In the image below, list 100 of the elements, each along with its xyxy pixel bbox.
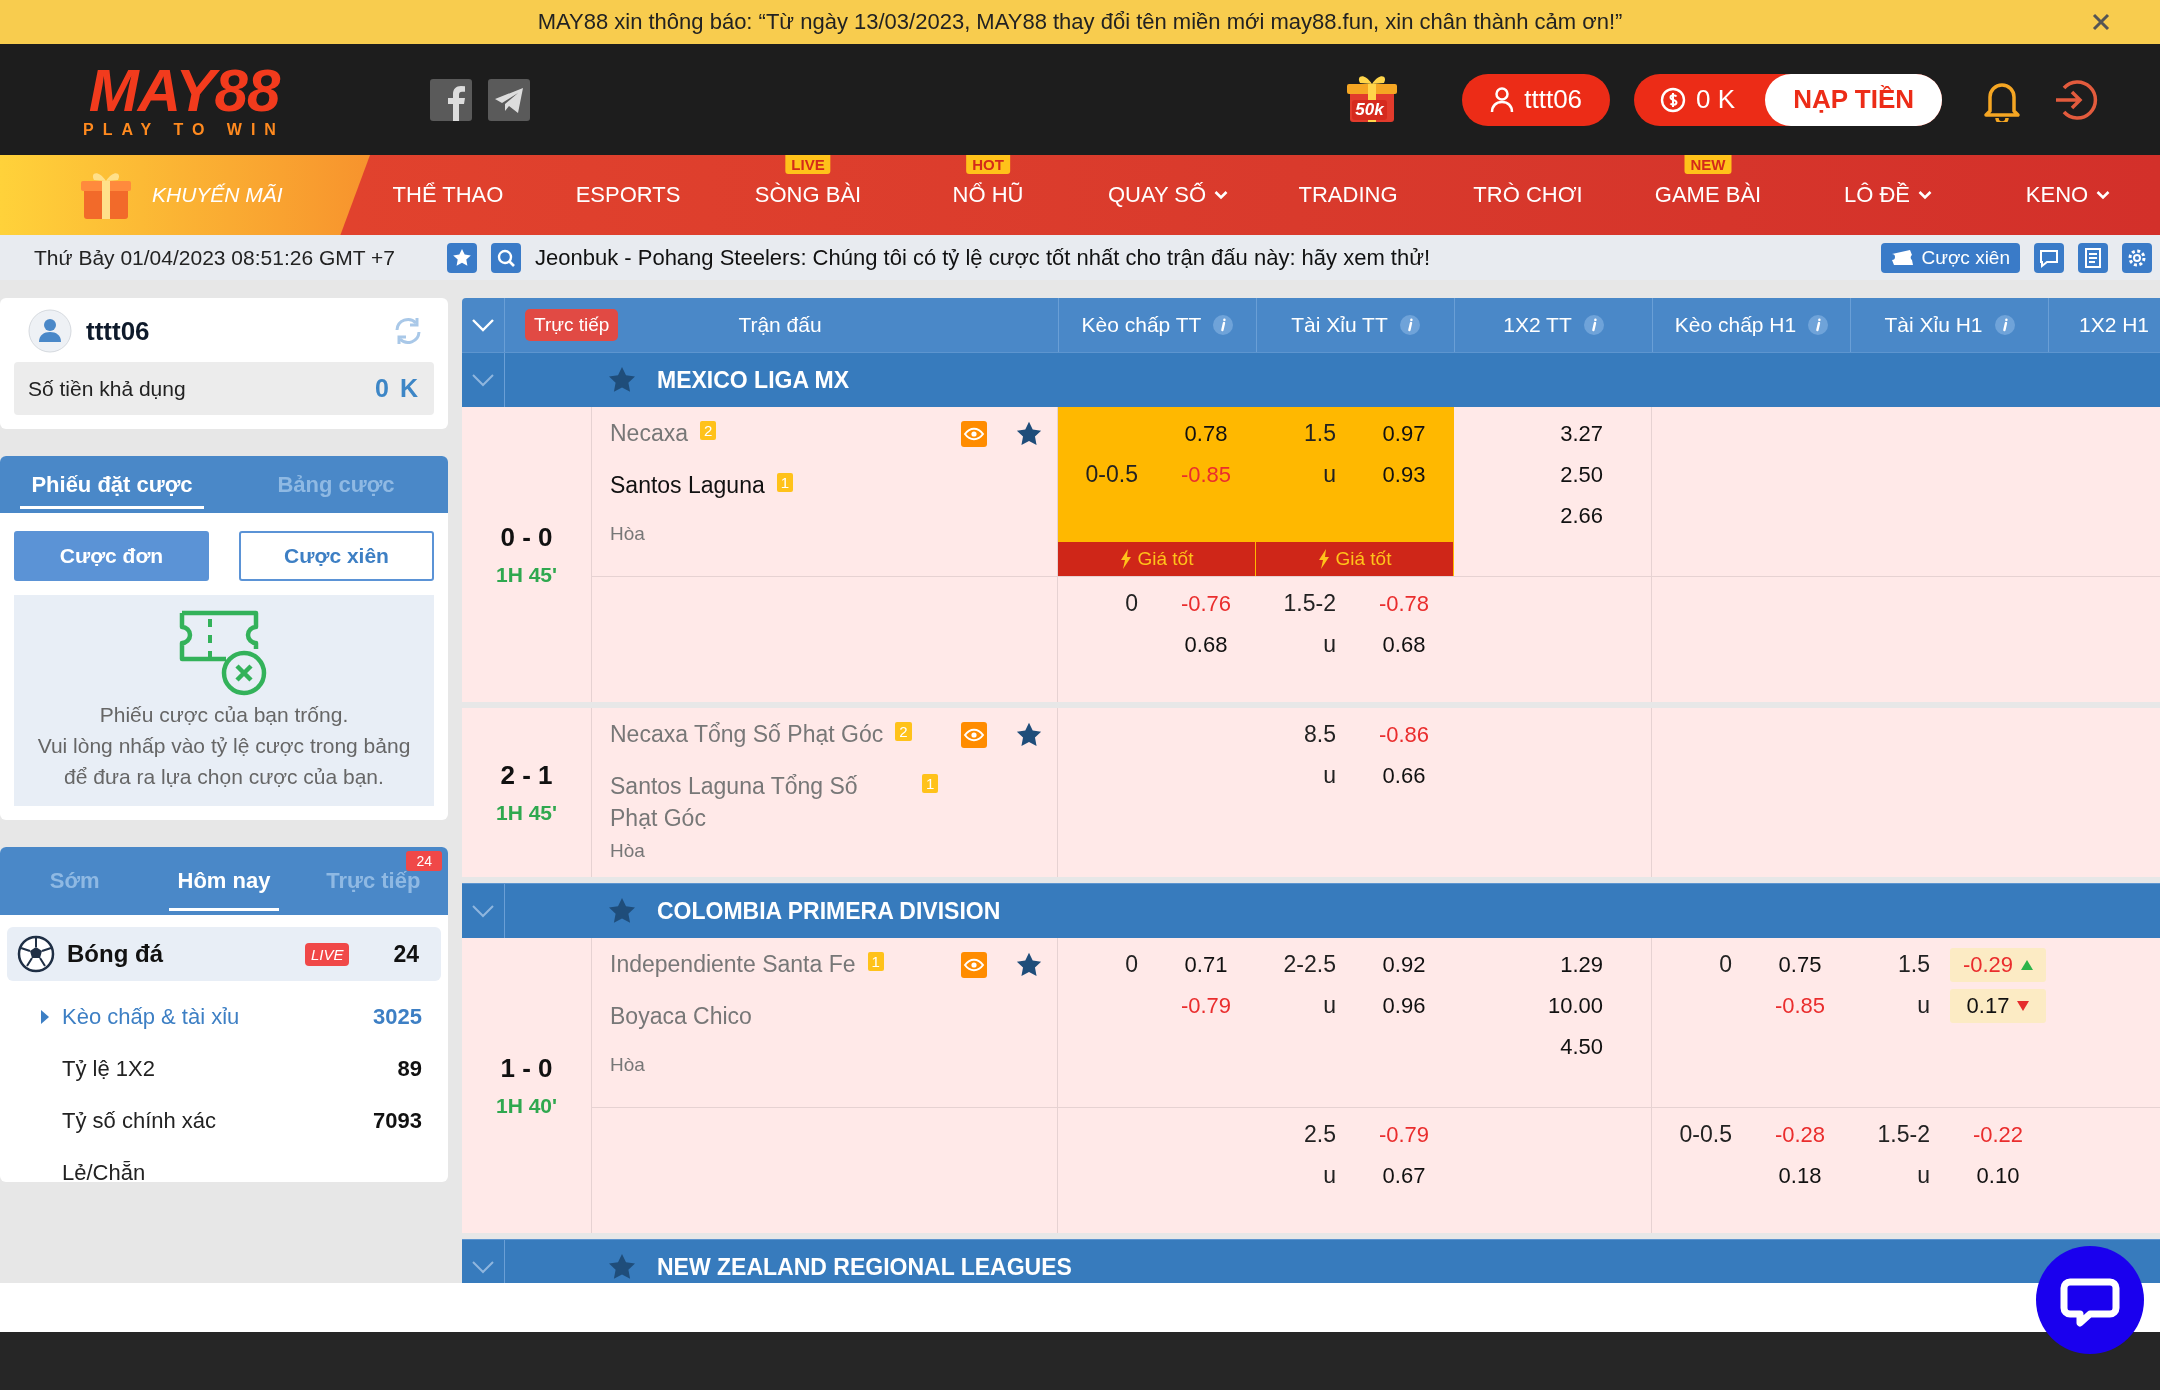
live-filter-badge[interactable]: Trực tiếp	[525, 309, 619, 341]
eye-icon[interactable]	[961, 421, 987, 447]
odds-value[interactable]: 2.50	[1560, 457, 1603, 492]
odds-value[interactable]: 0.17	[1950, 988, 2046, 1023]
deposit-button[interactable]: NẠP TIỀN	[1765, 73, 1942, 126]
bet-type-button[interactable]: Cược đơn	[14, 531, 209, 581]
odds-value[interactable]: 0.93	[1356, 457, 1452, 492]
bet-type-button[interactable]: Cược xiên	[239, 531, 434, 581]
handicap-line: 0	[1124, 590, 1138, 617]
odds-value[interactable]: 0.10	[1950, 1158, 2046, 1193]
live-chat-button[interactable]	[2034, 1244, 2146, 1356]
odds-value[interactable]: -0.22	[1950, 1117, 2046, 1152]
match-time: 1H 45'	[496, 801, 557, 825]
nav-link[interactable]: HOT NỔ HŨ	[898, 155, 1078, 235]
team-name: Necaxa Tổng Số Phạt Góc	[610, 720, 884, 749]
odds-value[interactable]: 0.66	[1356, 758, 1452, 793]
odds-value[interactable]: 0.68	[1158, 627, 1254, 662]
column-header: Tài Xỉu H1	[1884, 313, 1983, 337]
notice-text: MAY88 xin thông báo: “Từ ngày 13/03/2023, MAY88 thay đổi tên miền mới may88.fun, xin chân thành cảm ơn!”	[537, 9, 1623, 35]
odds-value[interactable]: 0.78	[1158, 416, 1254, 451]
nav-link[interactable]: LÔ ĐỀ	[1798, 155, 1978, 235]
odds-value[interactable]: 3.27	[1560, 416, 1603, 451]
sport-row[interactable]: Bóng đá LIVE 24	[7, 927, 441, 981]
market-link[interactable]: Tỷ số chính xác	[62, 1108, 217, 1134]
search-icon[interactable]	[491, 242, 521, 273]
empty-slip-message: Vui lòng nhấp vào tỷ lệ cược trong bảng để đưa ra lựa chọn cược của bạn.	[36, 733, 412, 790]
up-arrow-icon	[2021, 959, 2034, 970]
nav-link[interactable]: TRADING	[1258, 155, 1438, 235]
odds-value[interactable]: -0.76	[1158, 586, 1254, 621]
odds-value[interactable]: 0.96	[1356, 988, 1452, 1023]
nav-link[interactable]: QUAY SỐ	[1078, 155, 1258, 235]
odds-value[interactable]: -0.28	[1752, 1117, 1848, 1152]
chat-icon[interactable]	[2034, 242, 2064, 273]
league-name: NEW ZEALAND REGIONAL LEAGUES	[657, 1253, 1072, 1281]
odds-value[interactable]: 10.00	[1547, 988, 1603, 1023]
eye-icon[interactable]	[961, 722, 987, 748]
odds-value[interactable]: -0.79	[1356, 1117, 1452, 1152]
telegram-icon[interactable]	[488, 78, 530, 121]
odds-value[interactable]: 0.18	[1752, 1158, 1848, 1193]
nav-link[interactable]: ESPORTS	[538, 155, 718, 235]
odds-value[interactable]: 0.92	[1356, 947, 1452, 982]
nav-tag: HOT	[966, 155, 1010, 174]
odds-value[interactable]: 2.66	[1560, 498, 1603, 533]
info-icon[interactable]	[1994, 315, 2015, 335]
odds-value[interactable]: -0.79	[1158, 988, 1254, 1023]
market-link[interactable]: Lẻ/Chẵn	[62, 1160, 146, 1182]
odds-value[interactable]: 0.67	[1356, 1158, 1452, 1193]
nav-link[interactable]: KENO	[1978, 155, 2158, 235]
market-link[interactable]: Kèo chấp & tài xỉu	[62, 1004, 240, 1030]
user-icon	[1490, 86, 1515, 113]
list-icon[interactable]	[2078, 242, 2108, 273]
market-link[interactable]: Tỷ lệ 1X2	[62, 1056, 155, 1082]
odds-value[interactable]: 0.71	[1158, 947, 1254, 982]
chevron-icon[interactable]	[471, 1260, 495, 1274]
nav-tag: NEW	[1684, 155, 1732, 174]
column-header: Tài Xỉu TT	[1291, 313, 1388, 337]
odds-value[interactable]: 4.50	[1560, 1029, 1603, 1064]
match-time: 1H 45'	[496, 563, 557, 587]
team-name: Santos Laguna Tổng Số Phạt Góc	[610, 772, 859, 833]
empty-slip-message: Phiếu cược của bạn trống.	[99, 702, 349, 728]
tab[interactable]: Phiếu đặt cược	[0, 456, 224, 513]
odds-value[interactable]: -0.29	[1950, 947, 2046, 982]
info-icon[interactable]	[1583, 315, 1604, 335]
down-arrow-icon	[2017, 1000, 2030, 1011]
nav-link[interactable]: TRÒ CHƠI	[1438, 155, 1618, 235]
odds-value[interactable]: 1.29	[1560, 947, 1603, 982]
league-header[interactable]: NEW ZEALAND REGIONAL LEAGUES	[462, 1239, 2160, 1283]
nav-link[interactable]: LIVE SÒNG BÀI	[718, 155, 898, 235]
odds-value[interactable]: 0.75	[1752, 947, 1848, 982]
parlay-button[interactable]: Cược xiên	[1881, 242, 2020, 273]
info-icon[interactable]	[1399, 315, 1420, 335]
odds-value[interactable]: -0.85	[1752, 988, 1848, 1023]
handicap-line: 0-0.5	[1678, 1121, 1732, 1148]
close-icon[interactable]	[2092, 13, 2110, 31]
odds-value[interactable]: -0.86	[1356, 717, 1452, 752]
league-header[interactable]: MEXICO LIGA MX	[462, 352, 2160, 407]
league-header[interactable]: COLOMBIA PRIMERA DIVISION	[462, 883, 2160, 938]
tab[interactable]: Trực tiếp 24	[298, 847, 448, 915]
handicap-line: 0-0.5	[1084, 461, 1138, 488]
logo-wordmark[interactable]: MAY88	[88, 60, 280, 121]
nav-link[interactable]: NEW GAME BÀI	[1618, 155, 1798, 235]
chevron-icon[interactable]	[471, 904, 495, 918]
tab[interactable]: Hôm nay	[149, 847, 299, 915]
best-price-text: Giá tốt	[1335, 548, 1392, 570]
live-badge: LIVE	[304, 942, 350, 966]
eye-icon[interactable]	[961, 952, 987, 978]
account-button[interactable]: tttt06	[1462, 73, 1611, 126]
settings-icon[interactable]	[2122, 242, 2152, 273]
chevron-icon[interactable]	[471, 373, 495, 387]
info-icon[interactable]	[1213, 315, 1234, 335]
card-count-badge: 2	[700, 421, 717, 440]
odds-value[interactable]: 0.97	[1356, 416, 1452, 451]
facebook-icon[interactable]	[430, 78, 472, 121]
info-icon[interactable]	[1808, 315, 1829, 335]
odds-value[interactable]: -0.85	[1158, 457, 1254, 492]
ticket-icon	[1891, 249, 1916, 266]
match-score: 2 - 1	[500, 760, 553, 791]
odds-value[interactable]: -0.78	[1356, 586, 1452, 621]
match-count: 24	[393, 940, 419, 968]
odds-value[interactable]: 0.68	[1356, 627, 1452, 662]
